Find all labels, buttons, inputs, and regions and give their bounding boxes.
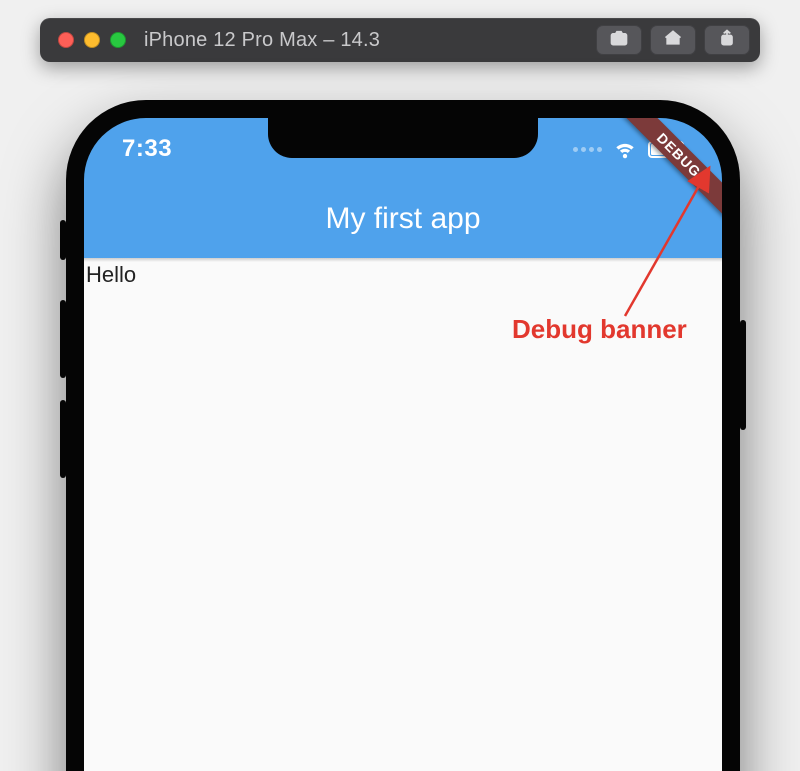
window-traffic-lights xyxy=(58,32,126,48)
screenshot-icon xyxy=(609,28,629,53)
app-bar-title: My first app xyxy=(325,202,480,236)
zoom-window-button[interactable] xyxy=(110,32,126,48)
mute-switch[interactable] xyxy=(60,220,66,260)
annotation-label: Debug banner xyxy=(512,314,687,345)
home-icon xyxy=(663,28,683,53)
status-time: 7:33 xyxy=(122,135,172,163)
app-bar: My first app xyxy=(84,180,722,258)
home-button[interactable] xyxy=(650,25,696,55)
power-button[interactable] xyxy=(740,320,746,430)
minimize-window-button[interactable] xyxy=(84,32,100,48)
close-window-button[interactable] xyxy=(58,32,74,48)
volume-down-button[interactable] xyxy=(60,400,66,478)
simulator-titlebar: iPhone 12 Pro Max – 14.3 xyxy=(40,18,760,62)
battery-icon xyxy=(648,141,684,158)
status-right xyxy=(573,136,684,162)
share-icon xyxy=(717,28,737,53)
share-button[interactable] xyxy=(704,25,750,55)
screenshot-button[interactable] xyxy=(596,25,642,55)
volume-up-button[interactable] xyxy=(60,300,66,378)
phone-screen: 7:33 DEBUG xyxy=(84,118,722,771)
device-notch xyxy=(268,118,538,158)
body-text: Hello xyxy=(84,258,722,292)
wifi-icon xyxy=(612,136,638,162)
cell-dots-icon xyxy=(573,147,602,152)
app-bar-shadow xyxy=(84,258,722,262)
iphone-device-frame: 7:33 DEBUG xyxy=(66,100,740,771)
simulator-toolbar xyxy=(596,25,750,55)
simulator-title: iPhone 12 Pro Max – 14.3 xyxy=(144,29,380,52)
